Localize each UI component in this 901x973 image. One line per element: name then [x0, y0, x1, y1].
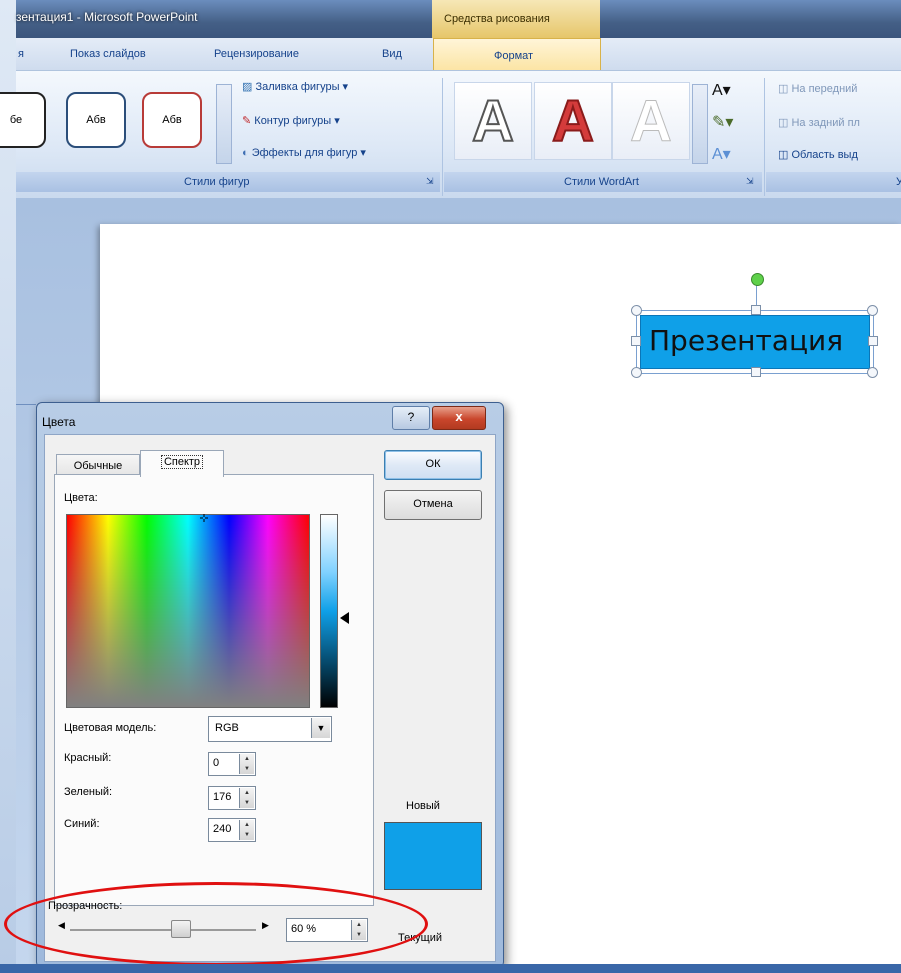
send-backward-icon: ◫ [778, 117, 789, 129]
tab-review[interactable]: Рецензирование [214, 48, 299, 60]
highlight-ellipse [4, 882, 428, 966]
resize-handle-left[interactable] [631, 336, 641, 346]
resize-handle-top-left[interactable] [631, 305, 642, 316]
new-color-label: Новый [406, 800, 440, 812]
shape-effects-button[interactable]: ◐ Эффекты для фигур ▾ [242, 146, 366, 159]
selection-pane-icon: ◫ [778, 149, 789, 161]
dialog-title: Цвета [42, 415, 76, 429]
bring-forward-label: На передний [791, 83, 858, 95]
tab-partial[interactable]: я [18, 48, 24, 60]
contextual-tab-header: Средства рисования [432, 0, 600, 38]
tab-format[interactable]: Формат [433, 38, 601, 73]
shape-style-1[interactable]: бе [0, 92, 46, 148]
shape-styles-group-label: Стили фигур [184, 176, 250, 188]
chevron-down-icon[interactable]: ▼ [311, 718, 330, 738]
bring-forward-icon: ◫ [778, 83, 789, 95]
wordart-style-2[interactable]: A [534, 82, 612, 160]
red-label: Красный: [64, 752, 112, 764]
text-outline-icon[interactable]: ✎▾ [712, 112, 733, 132]
paint-bucket-icon: ▨ [242, 81, 253, 93]
shape-styles-scroll[interactable] [216, 84, 232, 164]
selection-pane-button[interactable]: ◫ Область выд [778, 148, 858, 161]
spinner-arrows-icon[interactable]: ▲ ▼ [239, 788, 254, 808]
tab-view[interactable]: Вид [382, 48, 402, 60]
text-effects-icon[interactable]: A▾ [712, 144, 731, 164]
dialog-launcher-icon[interactable]: ⇲ [746, 176, 754, 187]
shape-fill-label: Заливка фигуры [255, 81, 340, 93]
effects-icon: ◐ [242, 147, 249, 159]
green-label: Зеленый: [64, 786, 113, 798]
close-button[interactable]: x [432, 406, 486, 430]
tab-custom-label: Спектр [160, 455, 204, 469]
wordart-style-1[interactable]: A [454, 82, 532, 160]
color-model-label: Цветовая модель: [64, 722, 157, 734]
rotation-handle[interactable] [751, 273, 764, 286]
arrange-group-label: У [896, 176, 901, 188]
color-spectrum[interactable] [66, 514, 310, 708]
shape-style-3-label: Абв [162, 114, 182, 126]
blue-value: 240 [213, 823, 232, 835]
spinner-arrows-icon[interactable]: ▲ ▼ [239, 820, 254, 840]
text-fill-icon[interactable]: A▾ [712, 80, 731, 100]
spinner-arrows-icon[interactable]: ▲ ▼ [239, 754, 254, 774]
color-model-value: RGB [215, 722, 239, 734]
resize-handle-bottom[interactable] [751, 367, 761, 377]
cancel-button[interactable]: Отмена [384, 490, 482, 520]
contextual-tab-label: Средства рисования [444, 13, 550, 25]
tab-format-label: Формат [494, 50, 534, 62]
resize-handle-right[interactable] [868, 336, 878, 346]
wordart-style-1-label: A [471, 88, 515, 155]
send-backward-label: На задний пл [791, 117, 860, 129]
ok-button[interactable]: ОК [384, 450, 482, 480]
blue-spinner[interactable]: 240 ▲ ▼ [208, 818, 256, 842]
group-separator [442, 78, 443, 196]
tab-standard-label: Обычные [73, 460, 123, 472]
green-spinner[interactable]: 176 ▲ ▼ [208, 786, 256, 810]
resize-handle-top[interactable] [751, 305, 761, 315]
wordart-group-label: Стили WordArt [564, 176, 639, 188]
wordart-style-3-label: A [630, 88, 673, 154]
tab-slideshow[interactable]: Показ слайдов [70, 48, 146, 60]
selection-pane-label: Область выд [791, 149, 858, 161]
window-bottom-edge [0, 964, 901, 973]
arrange-group-footer [766, 172, 901, 192]
wordart-style-2-label: A [551, 88, 595, 155]
wordart-styles-scroll[interactable] [692, 84, 708, 164]
luminance-arrow-icon[interactable] [340, 612, 349, 624]
shape-style-1-label: бе [9, 114, 23, 126]
slides-panel-edge [16, 404, 36, 405]
crosshair-icon [200, 514, 208, 522]
green-value: 176 [213, 791, 232, 803]
colors-label: Цвета: [64, 492, 98, 504]
help-button[interactable]: ? [392, 406, 430, 430]
blue-label: Синий: [64, 818, 100, 830]
window-title: зентация1 - Microsoft PowerPoint [16, 10, 198, 24]
shape-style-3[interactable]: Абв [142, 92, 202, 148]
selected-textbox[interactable]: Презентация [640, 315, 870, 369]
color-model-select[interactable]: RGB ▼ [208, 716, 332, 742]
wordart-style-3[interactable]: A [612, 82, 690, 160]
send-backward-button[interactable]: ◫ На задний пл [778, 116, 860, 129]
luminance-slider[interactable] [320, 514, 338, 708]
pencil-icon: ✎ [242, 115, 252, 127]
shape-style-2-label: Абв [86, 114, 106, 126]
shape-fill-button[interactable]: ▨ Заливка фигуры ▾ [242, 80, 348, 93]
dialog-launcher-icon[interactable]: ⇲ [426, 176, 434, 187]
shape-style-2[interactable]: Абв [66, 92, 126, 148]
resize-handle-bottom-left[interactable] [631, 367, 642, 378]
textbox-text: Презентация [649, 324, 844, 357]
shape-effects-label: Эффекты для фигур [251, 147, 358, 159]
resize-handle-bottom-right[interactable] [867, 367, 878, 378]
shape-outline-button[interactable]: ✎ Контур фигуры ▾ [242, 114, 340, 127]
resize-handle-top-right[interactable] [867, 305, 878, 316]
bring-forward-button[interactable]: ◫ На передний [778, 82, 857, 95]
new-color-swatch [384, 822, 482, 890]
shape-outline-label: Контур фигуры [254, 115, 332, 127]
tab-custom[interactable]: Спектр [140, 450, 224, 477]
red-spinner[interactable]: 0 ▲ ▼ [208, 752, 256, 776]
red-value: 0 [213, 757, 220, 769]
group-separator [764, 78, 765, 196]
